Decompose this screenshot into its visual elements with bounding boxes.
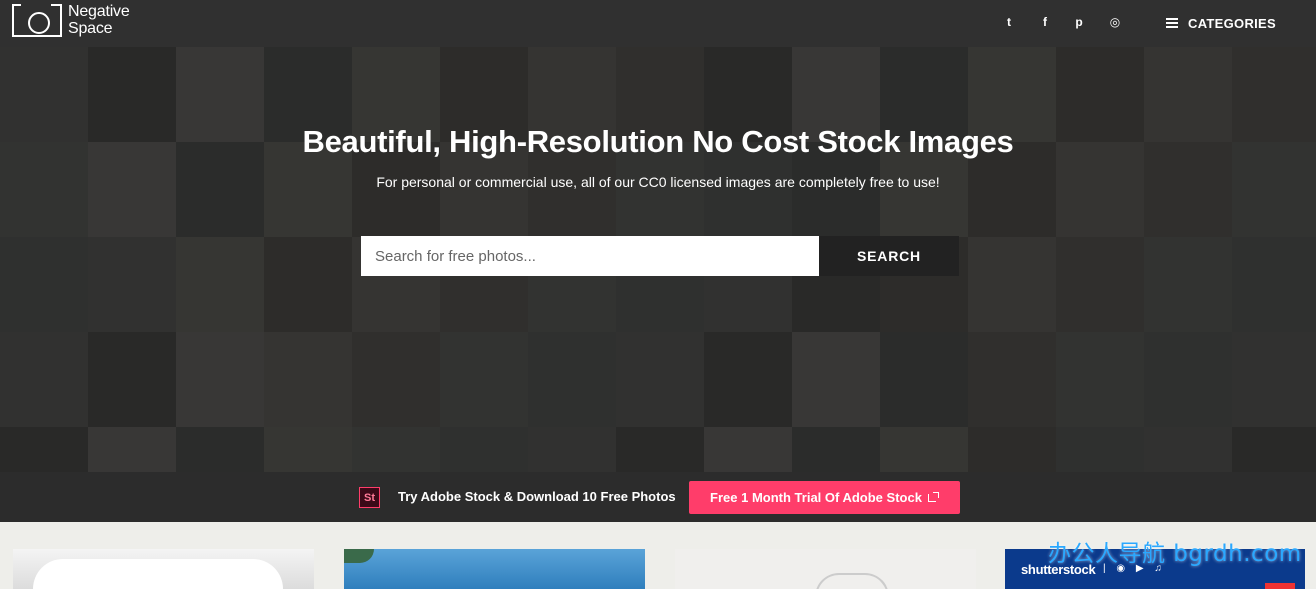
adobe-trial-label: Free 1 Month Trial Of Adobe Stock	[710, 490, 922, 505]
camera-logo-icon	[12, 3, 62, 37]
pinterest-icon[interactable]: p	[1068, 12, 1090, 32]
categories-label: CATEGORIES	[1188, 15, 1276, 31]
adobe-stock-icon: St	[359, 487, 380, 508]
twitter-icon[interactable]: t	[998, 12, 1020, 32]
external-link-icon	[927, 492, 939, 503]
categories-menu-button[interactable]: CATEGORIES	[1166, 11, 1276, 35]
facebook-icon[interactable]: f	[1034, 12, 1056, 32]
logo-text: Negative Space	[68, 3, 138, 37]
logo-line-1: Negative	[68, 3, 130, 20]
watermark: 办公人导航 bgrdh.com	[1048, 541, 1302, 567]
hero-title: Beautiful, High-Resolution No Cost Stock…	[302, 124, 1014, 159]
search-button[interactable]: SEARCH	[819, 236, 959, 276]
photo-card[interactable]	[675, 549, 976, 589]
search-input[interactable]	[361, 236, 819, 276]
site-logo[interactable]: Negative Space	[12, 3, 138, 37]
photo-card[interactable]	[13, 549, 314, 589]
hero-subtitle: For personal or commercial use, all of o…	[376, 174, 940, 190]
adobe-promo-bar: St Try Adobe Stock & Download 10 Free Ph…	[0, 472, 1316, 522]
logo-line-2: Space	[68, 20, 113, 37]
ad-tag	[1265, 583, 1295, 589]
site-header: Negative Space t f p ◎ CATEGORIES	[0, 0, 1316, 47]
photo-card[interactable]	[344, 549, 645, 589]
adobe-trial-button[interactable]: Free 1 Month Trial Of Adobe Stock	[689, 481, 960, 514]
promo-text: Try Adobe Stock & Download 10 Free Photo…	[398, 489, 676, 504]
menu-icon	[1166, 18, 1178, 28]
hero-section: Beautiful, High-Resolution No Cost Stock…	[0, 47, 1316, 472]
instagram-icon[interactable]: ◎	[1104, 12, 1126, 32]
